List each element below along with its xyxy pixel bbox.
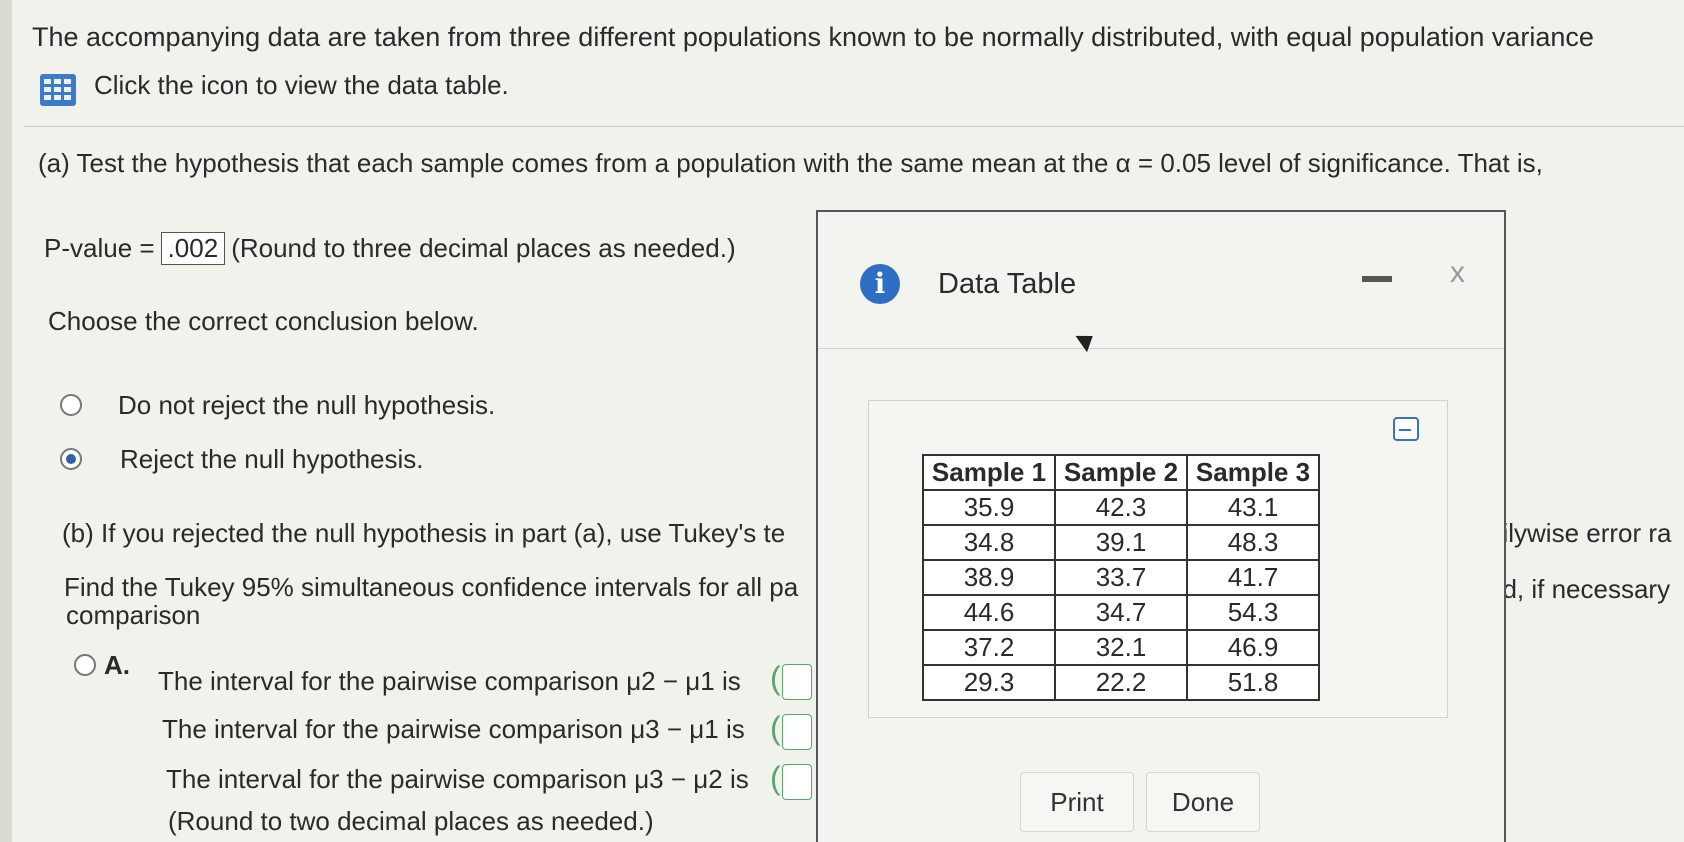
- table-cell: 39.1: [1054, 524, 1188, 561]
- divider: [24, 126, 1684, 127]
- dialog-title: Data Table: [938, 268, 1077, 300]
- header-sample-1: Sample 1: [922, 454, 1056, 491]
- interval-mu3-mu2-input[interactable]: [782, 764, 812, 800]
- interval-mu3-mu2-label: The interval for the pairwise comparison…: [166, 764, 749, 794]
- table-cell: 32.1: [1054, 629, 1188, 666]
- round-hint: (Round to two decimal places as needed.): [168, 806, 654, 836]
- table-cell: 51.8: [1186, 664, 1320, 701]
- table-cell: 34.8: [922, 524, 1056, 561]
- table-cell: 22.2: [1054, 664, 1188, 701]
- paren-1: (: [770, 660, 781, 696]
- table-cell: 37.2: [922, 629, 1056, 666]
- interval-mu2-mu1-input[interactable]: [782, 664, 812, 700]
- table-cell: 38.9: [922, 559, 1056, 596]
- conclusion-prompt: Choose the correct conclusion below.: [48, 306, 479, 336]
- pvalue-label: P-value =: [44, 233, 155, 263]
- paren-3: (: [770, 760, 781, 796]
- close-icon[interactable]: x: [1450, 256, 1465, 290]
- interval-mu2-mu1-label: The interval for the pairwise comparison…: [158, 666, 741, 696]
- intro-text: The accompanying data are taken from thr…: [32, 22, 1594, 52]
- table-cell: 35.9: [922, 489, 1056, 526]
- radio-do-not-reject[interactable]: [60, 394, 82, 416]
- data-table-link[interactable]: Click the icon to view the data table.: [94, 70, 509, 101]
- dialog-header-divider: [818, 348, 1504, 349]
- tukey-find-text: Find the Tukey 95% simultaneous confiden…: [64, 572, 799, 602]
- table-row: 44.6 34.7 54.3: [922, 594, 1320, 631]
- data-table: Sample 1 Sample 2 Sample 3 35.9 42.3 43.…: [922, 454, 1320, 701]
- header-sample-3: Sample 3: [1186, 454, 1320, 491]
- print-button[interactable]: Print: [1020, 772, 1134, 832]
- table-cell: 33.7: [1054, 559, 1188, 596]
- option-do-not-reject[interactable]: Do not reject the null hypothesis.: [118, 390, 495, 421]
- interval-mu3-mu1-input[interactable]: [782, 714, 812, 750]
- part-b-prompt-right: hilywise error ra: [1488, 518, 1672, 548]
- table-cell: 48.3: [1186, 524, 1320, 561]
- table-row: 37.2 32.1 46.9: [922, 629, 1320, 666]
- radio-option-a[interactable]: [74, 654, 96, 676]
- part-a-prompt: (a) Test the hypothesis that each sample…: [38, 148, 1543, 178]
- pvalue-input[interactable]: .002: [160, 232, 226, 265]
- info-icon: i: [860, 264, 900, 304]
- left-edge: [0, 0, 12, 842]
- table-row: 35.9 42.3 43.1: [922, 489, 1320, 526]
- table-cell: 41.7: [1186, 559, 1320, 596]
- done-button[interactable]: Done: [1146, 772, 1260, 832]
- table-cell: 34.7: [1054, 594, 1188, 631]
- table-cell: 43.1: [1186, 489, 1320, 526]
- interval-mu3-mu1-label: The interval for the pairwise comparison…: [162, 714, 745, 744]
- table-cell: 46.9: [1186, 629, 1320, 666]
- data-table-dialog: i Data Table x Sample 1 Sample 2 Sample …: [816, 210, 1506, 842]
- copy-table-icon[interactable]: [1393, 417, 1419, 441]
- table-header-row: Sample 1 Sample 2 Sample 3: [922, 454, 1320, 491]
- table-row: 34.8 39.1 48.3: [922, 524, 1320, 561]
- tukey-find-right: nd, if necessary: [1488, 574, 1671, 604]
- pvalue-hint: (Round to three decimal places as needed…: [231, 233, 736, 263]
- paren-2: (: [770, 710, 781, 746]
- table-cell: 54.3: [1186, 594, 1320, 631]
- table-cell: 44.6: [922, 594, 1056, 631]
- radio-reject[interactable]: [60, 448, 82, 470]
- table-cell: 42.3: [1054, 489, 1188, 526]
- minimize-icon[interactable]: [1362, 276, 1392, 282]
- header-sample-2: Sample 2: [1054, 454, 1188, 491]
- table-row: 38.9 33.7 41.7: [922, 559, 1320, 596]
- part-b-prompt: (b) If you rejected the null hypothesis …: [62, 518, 786, 548]
- table-cell: 29.3: [922, 664, 1056, 701]
- pvalue-row: P-value = .002 (Round to three decimal pla…: [44, 232, 736, 265]
- tukey-find-cont: comparison: [66, 600, 201, 630]
- option-reject[interactable]: Reject the null hypothesis.: [120, 444, 424, 475]
- option-a-letter: A.: [104, 650, 130, 680]
- data-table-grid-icon[interactable]: [40, 74, 76, 106]
- table-row: 29.3 22.2 51.8: [922, 664, 1320, 701]
